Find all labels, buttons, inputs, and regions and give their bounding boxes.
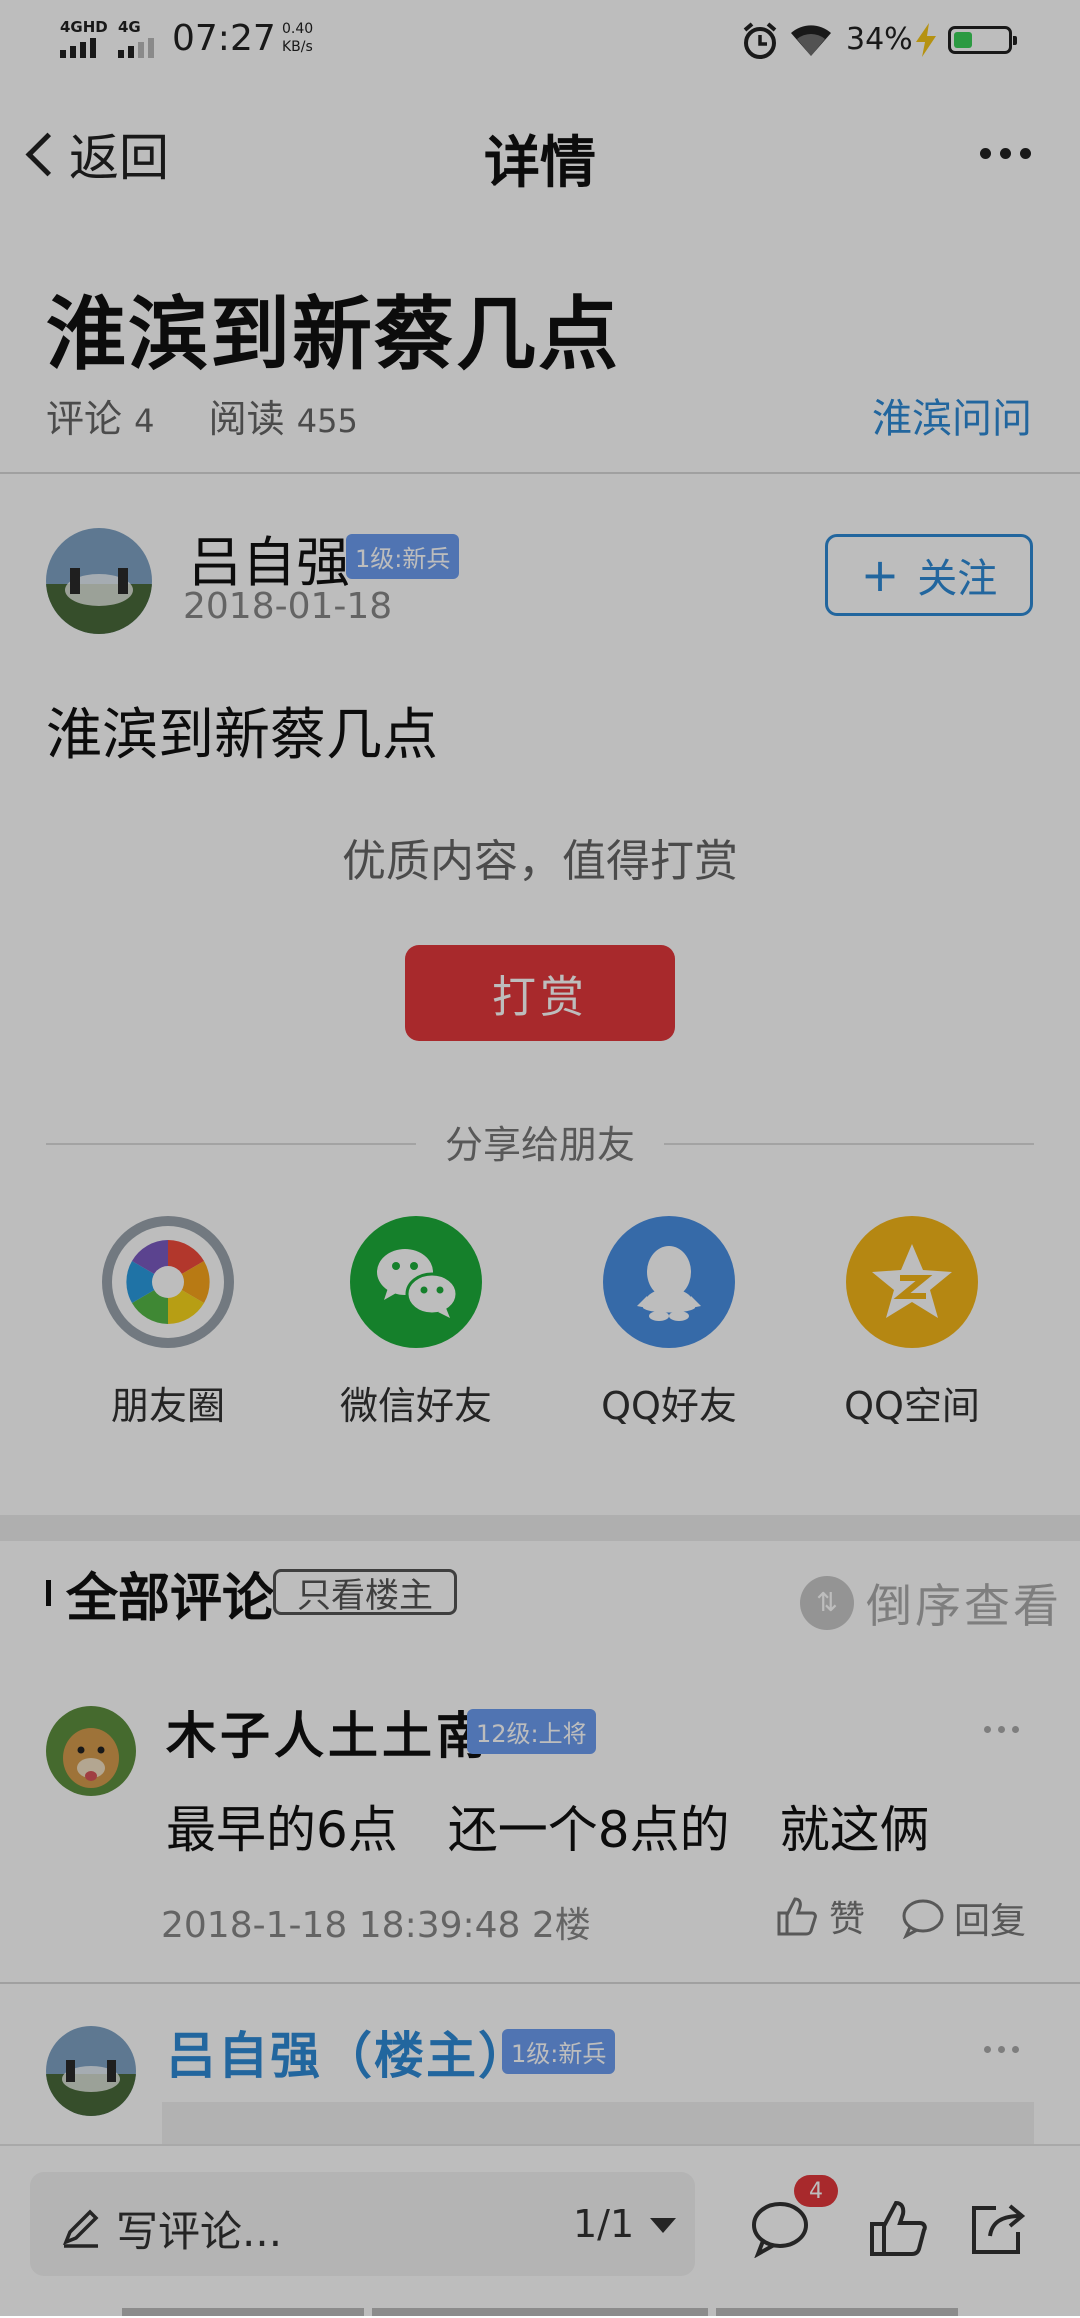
reads-label: 阅读 <box>208 397 285 441</box>
qzone-icon <box>872 1244 952 1318</box>
share-label-moments: 朋友圈 <box>110 1384 225 1428</box>
comment-more-icon[interactable] <box>984 2046 1019 2053</box>
share-qq-button[interactable] <box>603 1216 735 1348</box>
divider <box>0 1982 1080 1984</box>
nav-indicator <box>372 2308 708 2316</box>
plus-icon: + <box>860 548 900 602</box>
status-bar: 4GHD 4G 07:27 0.40 KB/s 34% <box>0 0 1080 80</box>
reply-label: 回复 <box>954 1901 1027 1942</box>
like-button[interactable]: 赞 <box>775 1890 865 1942</box>
reverse-order-button[interactable]: ⇅ 倒序查看 <box>800 1570 1062 1636</box>
post-title: 淮滨到新蔡几点 <box>46 288 620 381</box>
reward-button[interactable]: 打赏 <box>405 945 675 1041</box>
sort-label: 倒序查看 <box>866 1579 1062 1633</box>
commenter-avatar[interactable] <box>46 2026 136 2116</box>
share-qzone-button[interactable] <box>846 1216 978 1348</box>
comments-section-title: 全部评论 <box>66 1569 275 1629</box>
share-label-qzone: QQ空间 <box>844 1384 980 1428</box>
comment-more-icon[interactable] <box>984 1726 1019 1733</box>
section-marker <box>46 1580 51 1606</box>
caret-down-icon[interactable] <box>650 2218 676 2233</box>
moments-icon <box>112 1226 224 1338</box>
divider <box>0 472 1080 474</box>
forum-link[interactable]: 淮滨问问 <box>872 386 1032 444</box>
wifi-icon <box>791 25 831 56</box>
post-stats: 评论 4 阅读 455 <box>46 388 358 443</box>
section-separator <box>0 1515 1080 1541</box>
follow-label: 关注 <box>917 556 998 602</box>
author-avatar[interactable] <box>46 528 152 634</box>
wechat-icon <box>377 1249 459 1318</box>
like-label: 赞 <box>829 1899 866 1940</box>
battery-icon <box>948 26 1017 54</box>
qq-icon <box>637 1246 701 1321</box>
share-label-wechat: 微信好友 <box>339 1384 492 1428</box>
comments-count: 4 <box>134 402 155 440</box>
nav-indicator <box>122 2308 364 2316</box>
commenter-name[interactable]: 木子人土土南 <box>166 1696 490 1768</box>
battery-percent: 34% <box>846 22 913 57</box>
commenter-level-badge: 12级:上将 <box>467 1709 596 1754</box>
thumbs-up-icon[interactable] <box>866 2196 930 2260</box>
op-only-toggle[interactable]: 只看楼主 <box>273 1569 457 1616</box>
reply-button[interactable]: 回复 <box>900 1892 1026 1944</box>
share-wechat-button[interactable] <box>350 1216 482 1348</box>
comment-meta: 2018-1-18 18:39:48 2楼 <box>161 1905 591 1946</box>
post-body: 淮滨到新蔡几点 <box>46 703 438 768</box>
comment-count-badge: 4 <box>794 2175 838 2207</box>
share-moments-button[interactable] <box>102 1216 234 1348</box>
commenter-avatar[interactable] <box>46 1706 136 1796</box>
comment-icon[interactable] <box>748 2198 812 2258</box>
network-speed: 0.40 KB/s <box>282 21 314 55</box>
clock: 07:27 <box>172 18 276 59</box>
share-label-qq: QQ好友 <box>601 1384 737 1428</box>
page-title: 详情 <box>484 131 596 196</box>
share-title: 分享给朋友 <box>444 1123 635 1167</box>
sort-icon: ⇅ <box>800 1576 854 1630</box>
commenter-level-badge: 1级:新兵 <box>502 2029 616 2074</box>
comments-label: 评论 <box>46 397 123 441</box>
reward-prompt: 优质内容，值得打赏 <box>342 836 738 887</box>
speech-bubble-icon <box>902 1899 944 1939</box>
thumbs-up-icon <box>777 1897 817 1936</box>
reads-count: 455 <box>296 402 358 440</box>
alarm-icon <box>743 22 777 59</box>
sim2-label: 4G <box>118 18 141 36</box>
nav-indicator <box>716 2308 958 2316</box>
sim1-signal-icon <box>60 36 96 58</box>
comment-text: 最早的6点 还一个8点的 就这俩 <box>166 1801 930 1859</box>
sim1-label: 4GHD <box>60 18 108 36</box>
share-icon[interactable] <box>966 2196 1030 2260</box>
more-options-icon[interactable] <box>980 148 1031 159</box>
sim2-signal-icon <box>118 36 154 58</box>
follow-button[interactable]: + 关注 <box>825 534 1033 616</box>
pencil-icon <box>62 2209 99 2248</box>
charging-bolt-icon <box>916 23 936 57</box>
page-indicator[interactable]: 1/1 <box>573 2202 634 2246</box>
post-date: 2018-01-18 <box>183 586 393 627</box>
commenter-name[interactable]: 吕自强（楼主） <box>166 2016 530 2088</box>
author-level-badge: 1级:新兵 <box>346 534 460 579</box>
write-comment-placeholder: 写评论... <box>116 2207 283 2256</box>
